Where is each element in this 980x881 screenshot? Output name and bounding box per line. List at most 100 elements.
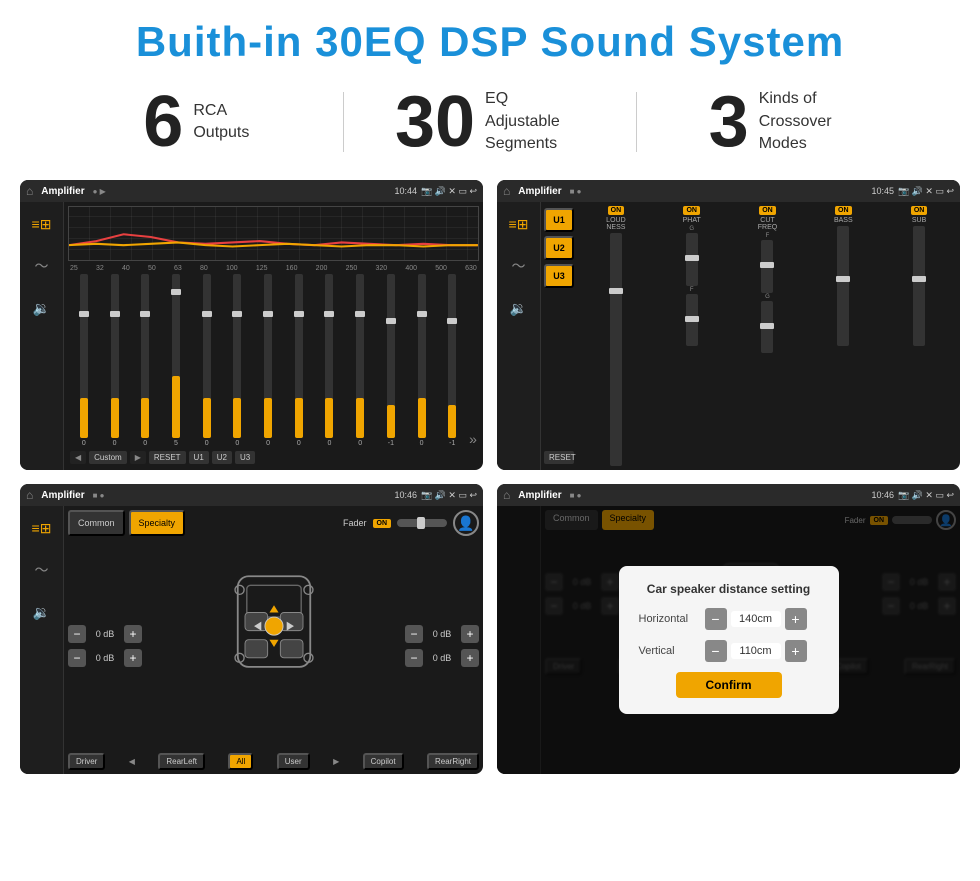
dot-icons-2: ■ ●	[570, 187, 582, 196]
btn-rearleft[interactable]: RearLeft	[158, 753, 205, 770]
spk-icon-speaker[interactable]: 🔉	[28, 598, 56, 626]
spk-right-controls: − 0 dB + − 0 dB +	[405, 540, 479, 751]
amp-ch-phat: ON PHAT G F	[655, 206, 729, 466]
amp-u2-btn[interactable]: U2	[544, 236, 574, 260]
eq-u2-btn[interactable]: U2	[212, 451, 232, 464]
spk-db-val-3: 0 dB	[426, 629, 458, 639]
amp-icon-speaker[interactable]: 🔉	[505, 294, 533, 322]
amp-ch-bass: ON BASS	[806, 206, 880, 466]
page-title: Buith-in 30EQ DSP Sound System	[0, 0, 980, 76]
amp-on-sub: ON	[911, 206, 928, 215]
eq-bottom-bar: ◀ Custom ▶ RESET U1 U2 U3	[68, 449, 479, 466]
eq-expand-btn[interactable]: »	[469, 274, 477, 447]
dot-icons-4: ■ ●	[570, 491, 582, 500]
eq-u1-btn[interactable]: U1	[189, 451, 209, 464]
btn-all[interactable]: All	[228, 753, 253, 770]
eq-slider-3[interactable]: 5	[162, 274, 190, 447]
eq-icon-wave[interactable]: 〜	[28, 252, 56, 280]
eq-slider-5[interactable]: 0	[224, 274, 252, 447]
status-icons-1: 📷 🔊 ✕ ▭ ↩	[421, 186, 477, 197]
eq-slider-10[interactable]: -1	[377, 274, 405, 447]
dist-vertical-minus[interactable]: −	[705, 640, 727, 662]
eq-slider-1[interactable]: 0	[101, 274, 129, 447]
eq-freq-labels: 253240506380100125160200250320400500630	[68, 265, 479, 272]
stat-crossover: 3 Kinds ofCrossover Modes	[647, 86, 920, 158]
eq-slider-8[interactable]: 0	[316, 274, 344, 447]
dist-vertical-plus[interactable]: +	[785, 640, 807, 662]
amp-slider-phat-g[interactable]	[686, 233, 698, 286]
amp-icon-eq[interactable]: ≡⊞	[505, 210, 533, 238]
btn-user[interactable]: User	[277, 753, 310, 770]
distance-dialog: Car speaker distance setting Horizontal …	[619, 566, 839, 714]
spk-plus-4[interactable]: +	[461, 649, 479, 667]
eq-preset-label[interactable]: Custom	[89, 451, 127, 464]
amp-slider-cutfreq-f[interactable]	[761, 240, 773, 293]
eq-prev-btn[interactable]: ◀	[70, 451, 86, 464]
eq-slider-4[interactable]: 0	[193, 274, 221, 447]
amp-main-panel: U1 U2 U3 RESET ON LOUDNESS	[541, 202, 960, 470]
amp-channels: ON LOUDNESS ON PHAT G	[577, 202, 960, 470]
spk-minus-4[interactable]: −	[405, 649, 423, 667]
amp-slider-sub[interactable]	[913, 226, 925, 346]
eq-slider-0[interactable]: 0	[70, 274, 98, 447]
eq-reset-btn[interactable]: RESET	[149, 451, 186, 464]
spk-minus-3[interactable]: −	[405, 625, 423, 643]
time-1: 10:44	[394, 186, 417, 196]
status-bar-1: ⌂ Amplifier ● ▶ 10:44 📷 🔊 ✕ ▭ ↩	[20, 180, 483, 202]
home-icon-1[interactable]: ⌂	[26, 184, 33, 198]
fader-slider[interactable]	[397, 519, 447, 527]
home-icon-4[interactable]: ⌂	[503, 488, 510, 502]
dot-icons-1: ● ▶	[93, 187, 106, 196]
dist-horizontal-row: Horizontal − 140cm +	[639, 608, 819, 630]
stats-row: 6 RCAOutputs 30 EQ AdjustableSegments 3 …	[0, 76, 980, 172]
eq-slider-6[interactable]: 0	[254, 274, 282, 447]
eq-slider-2[interactable]: 0	[131, 274, 159, 447]
amp-on-bass: ON	[835, 206, 852, 215]
spk-db-val-4: 0 dB	[426, 653, 458, 663]
amp-icon-wave[interactable]: 〜	[505, 252, 533, 280]
stat-eq-number: 30	[395, 86, 475, 158]
spk-minus-1[interactable]: −	[68, 625, 86, 643]
tab-common[interactable]: Common	[68, 510, 125, 536]
spk-content: − 0 dB + − 0 dB +	[68, 540, 479, 751]
eq-icon-active[interactable]: ≡⊞	[28, 210, 56, 238]
amp-on-loudness: ON	[608, 206, 625, 215]
eq-slider-12[interactable]: -1	[438, 274, 466, 447]
amp-slider-bass[interactable]	[837, 226, 849, 346]
btn-copilot[interactable]: Copilot	[363, 753, 404, 770]
spk-icon-wave[interactable]: 〜	[28, 556, 56, 584]
eq-curve-svg	[69, 207, 478, 261]
tab-specialty[interactable]: Specialty	[129, 510, 186, 536]
app-name-4: Amplifier	[518, 490, 561, 501]
dist-horizontal-minus[interactable]: −	[705, 608, 727, 630]
app-name-2: Amplifier	[518, 186, 561, 197]
screen-amp: ⌂ Amplifier ■ ● 10:45 📷 🔊 ✕ ▭ ↩ ≡⊞ 〜 🔉 U…	[497, 180, 960, 470]
eq-slider-11[interactable]: 0	[408, 274, 436, 447]
spk-plus-2[interactable]: +	[124, 649, 142, 667]
btn-driver[interactable]: Driver	[68, 753, 105, 770]
eq-next-btn[interactable]: ▶	[130, 451, 146, 464]
spk-icon-eq[interactable]: ≡⊞	[28, 514, 56, 542]
dist-horizontal-plus[interactable]: +	[785, 608, 807, 630]
spk-plus-1[interactable]: +	[124, 625, 142, 643]
eq-icon-speaker[interactable]: 🔉	[28, 294, 56, 322]
time-4: 10:46	[871, 490, 894, 500]
amp-slider-loudness[interactable]	[610, 233, 622, 466]
spk-db-row-2: − 0 dB +	[68, 649, 142, 667]
eq-u3-btn[interactable]: U3	[235, 451, 255, 464]
confirm-button[interactable]: Confirm	[676, 672, 782, 698]
amp-u3-btn[interactable]: U3	[544, 264, 574, 288]
amp-u1-btn[interactable]: U1	[544, 208, 574, 232]
eq-slider-7[interactable]: 0	[285, 274, 313, 447]
home-icon-2[interactable]: ⌂	[503, 184, 510, 198]
eq-slider-9[interactable]: 0	[346, 274, 374, 447]
btn-rearright[interactable]: RearRight	[427, 753, 479, 770]
home-icon-3[interactable]: ⌂	[26, 488, 33, 502]
amp-slider-cutfreq-g[interactable]	[761, 301, 773, 354]
spk-sidebar: ≡⊞ 〜 🔉	[20, 506, 64, 774]
amp-reset-btn[interactable]: RESET	[544, 451, 574, 464]
spk-minus-2[interactable]: −	[68, 649, 86, 667]
amp-slider-phat-f[interactable]	[686, 294, 698, 347]
profile-icon[interactable]: 👤	[453, 510, 479, 536]
spk-plus-3[interactable]: +	[461, 625, 479, 643]
